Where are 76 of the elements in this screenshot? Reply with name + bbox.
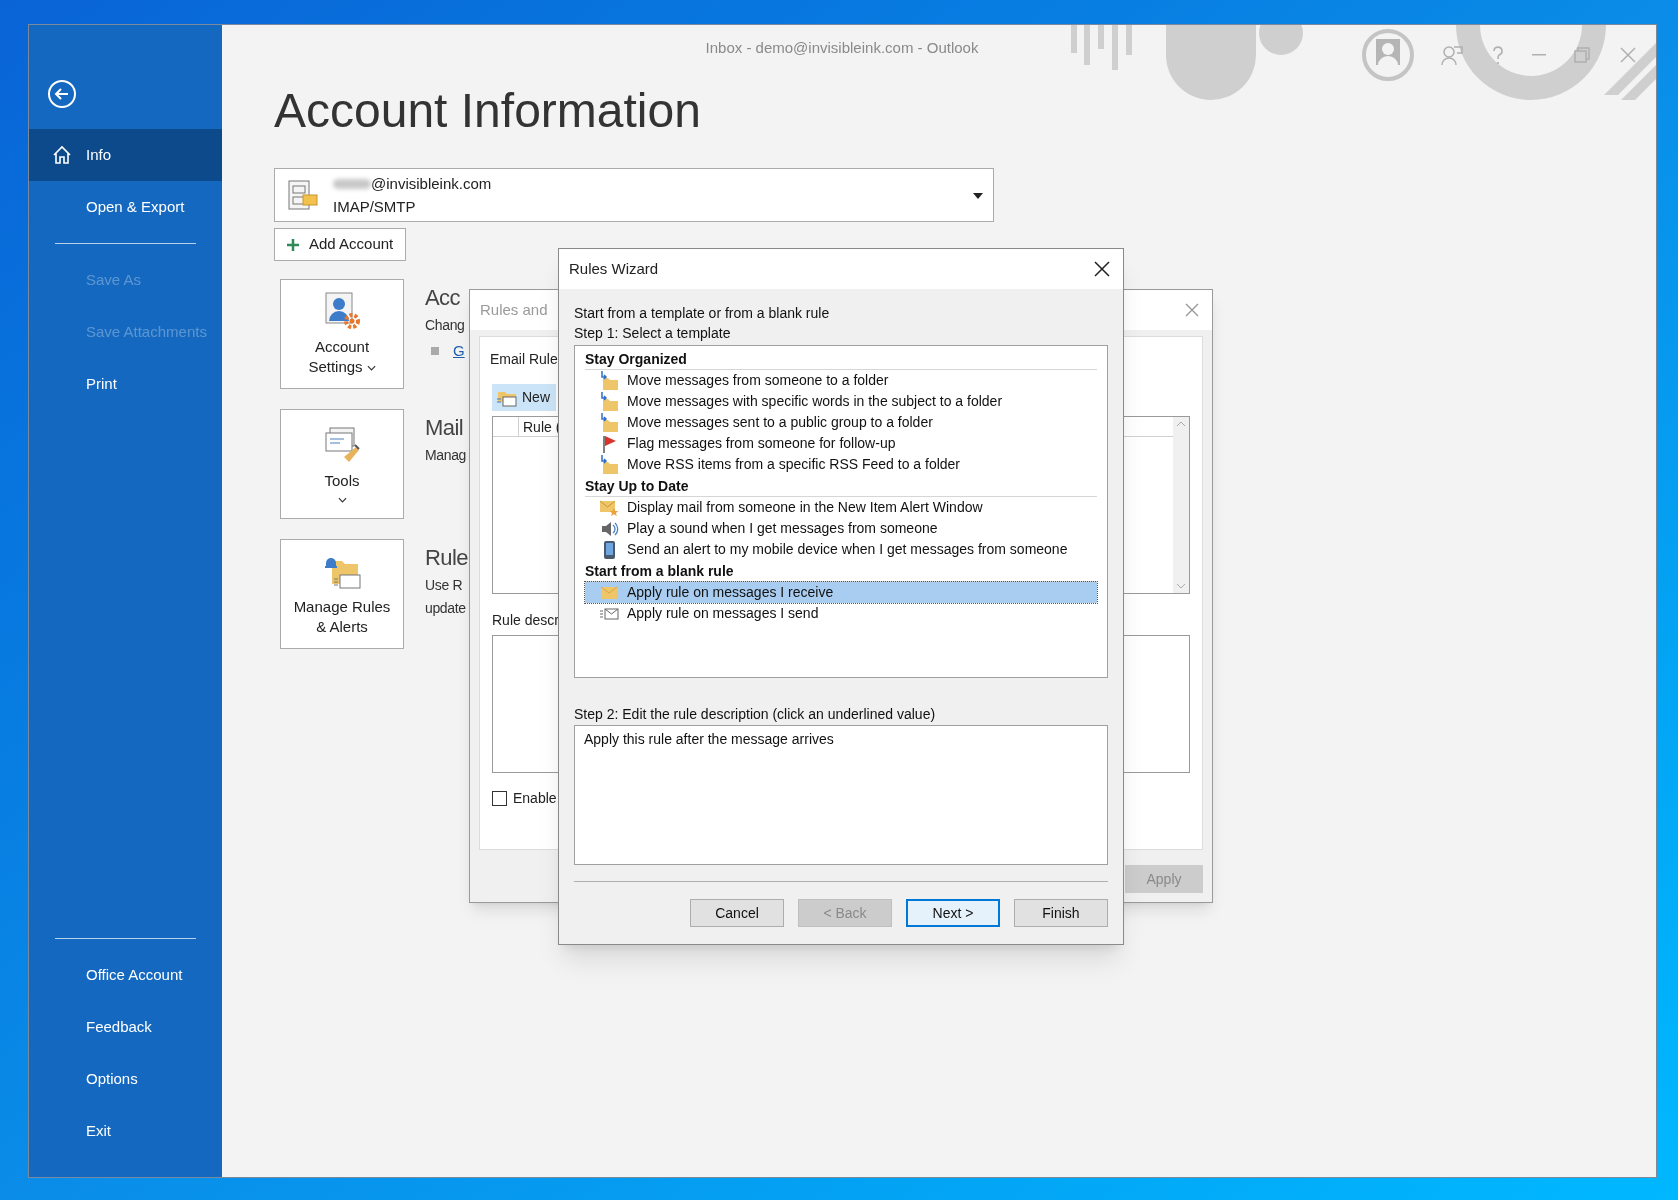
dialog-title: Rules Wizard <box>569 258 659 279</box>
sidebar-item[interactable]: Office Account <box>29 949 222 1001</box>
minimize-icon <box>1532 54 1546 56</box>
template-item[interactable]: Apply rule on messages I receive <box>585 582 1097 603</box>
section-link[interactable]: G <box>453 340 465 363</box>
section-heading: Acc <box>425 284 461 312</box>
group-heading: Stay Up to Date <box>585 477 689 496</box>
chevron-down-icon <box>366 365 376 372</box>
section-text: update <box>425 599 466 618</box>
close-icon <box>1618 45 1638 65</box>
sidebar-item[interactable]: Feedback <box>29 1001 222 1053</box>
back-button[interactable] <box>47 79 77 109</box>
template-item[interactable]: Display mail from someone in the New Item Alert Window <box>585 497 1097 518</box>
bullet-icon <box>431 347 439 356</box>
tile-button[interactable]: Manage Rules & Alerts <box>280 539 404 649</box>
scroll-up-icon <box>1176 421 1186 427</box>
sidebar-item[interactable]: Info <box>29 129 222 181</box>
template-item[interactable]: Move messages sent to a public group to a folder <box>585 412 1097 433</box>
sidebar-item[interactable]: Open & Export <box>29 181 222 233</box>
dialog-button[interactable]: Next > <box>906 899 1000 927</box>
home-icon <box>51 144 73 166</box>
folder-arrow-icon <box>599 370 619 391</box>
email-rules-tab[interactable]: Email Rule <box>490 349 558 370</box>
section-text: Chang <box>425 316 465 335</box>
window-title: Inbox - demo@invisibleink.com - Outlook <box>705 37 979 58</box>
group-heading: Stay Organized <box>585 350 687 369</box>
account-icon <box>285 178 319 212</box>
chevron-down-icon <box>337 497 347 503</box>
account-settings-icon <box>322 291 362 331</box>
folder-arrow-icon <box>599 412 619 433</box>
rule-description: Apply this rule after the message arrives <box>584 731 834 747</box>
people-icon <box>1440 43 1464 67</box>
template-item[interactable]: Move messages with specific words in the subject to a folder <box>585 391 1097 412</box>
sidebar-item[interactable]: Print <box>29 358 222 410</box>
enable-checkbox[interactable]: Enable <box>492 788 557 809</box>
dialog-button[interactable]: Finish <box>1014 899 1108 927</box>
tile-button[interactable]: Account Settings <box>280 279 404 389</box>
new-rule-button[interactable]: New <box>492 384 556 411</box>
dialog-button[interactable]: Cancel <box>690 899 784 927</box>
account-dropdown[interactable]: @invisibleink.com IMAP/SMTP <box>274 168 994 222</box>
page-heading: Account Information <box>274 83 701 139</box>
field-label: Rule descr <box>492 611 559 630</box>
account-email: @invisibleink.com <box>371 174 492 194</box>
dropdown-caret-icon <box>973 193 983 199</box>
folder-arrow-icon <box>599 454 619 475</box>
sidebar-item[interactable]: Exit <box>29 1105 222 1157</box>
profile-avatar-icon <box>1362 29 1414 81</box>
section-heading: Mail <box>425 414 464 442</box>
template-item[interactable]: Send an alert to my mobile device when I get messages from someone <box>585 539 1097 560</box>
sidebar-item[interactable]: Options <box>29 1053 222 1105</box>
instruction-text: Start from a template or from a blank rule <box>574 304 831 323</box>
folder-arrow-icon <box>599 391 619 412</box>
section-text: Manag <box>425 446 467 465</box>
step-label: Step 1: Select a template <box>574 324 732 343</box>
tile-button[interactable]: Tools <box>280 409 404 519</box>
template-item[interactable]: Apply rule on messages I send <box>585 603 1097 624</box>
template-item[interactable]: Flag messages from someone for follow-up <box>585 433 1097 454</box>
restore-icon <box>1572 45 1592 65</box>
close-button[interactable] <box>1093 259 1113 279</box>
scroll-down-icon <box>1176 583 1186 589</box>
close-icon <box>1184 302 1200 318</box>
step-label: Step 2: Edit the rule description (click an underlined value) <box>574 705 937 724</box>
group-heading: Start from a blank rule <box>585 562 734 581</box>
section-heading: Rule <box>425 544 469 572</box>
add-account-button[interactable]: Add Account <box>274 228 407 261</box>
redacted-text <box>333 178 371 189</box>
template-item[interactable]: Play a sound when I get messages from someone <box>585 518 1097 539</box>
template-item[interactable]: Move RSS items from a specific RSS Feed to a folder <box>585 454 1097 475</box>
account-type: IMAP/SMTP <box>333 197 417 217</box>
section-text: Use R <box>425 576 463 595</box>
close-icon <box>1093 260 1111 278</box>
plus-icon <box>287 238 299 251</box>
scrollbar[interactable] <box>1173 417 1189 593</box>
help-icon <box>1490 45 1506 65</box>
template-item[interactable]: Move messages from someone to a folder <box>585 370 1097 391</box>
dialog-title: Rules and <box>480 299 548 320</box>
